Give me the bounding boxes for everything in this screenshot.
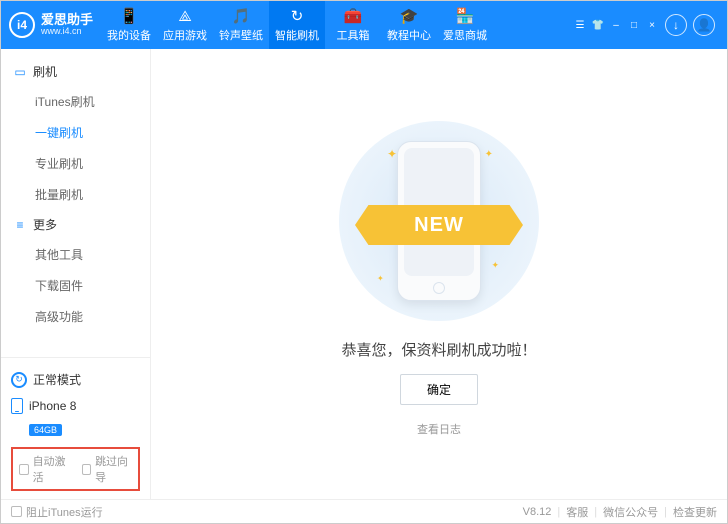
window-close-icon[interactable]: × bbox=[645, 20, 659, 31]
view-log-link[interactable]: 查看日志 bbox=[417, 421, 461, 437]
checkbox-icon bbox=[82, 464, 92, 475]
auto-activate-checkbox[interactable]: 自动激活 bbox=[19, 453, 70, 485]
storage-badge: 64GB bbox=[29, 424, 62, 436]
tab-mall[interactable]: 🏪 爱思商城 bbox=[437, 1, 493, 49]
version-label: V8.12 bbox=[523, 506, 552, 518]
new-ribbon: NEW bbox=[355, 205, 523, 245]
sidebar-item[interactable]: 下载固件 bbox=[1, 270, 150, 301]
devices-icon: 📱 bbox=[120, 7, 138, 25]
support-link[interactable]: 客服 bbox=[566, 504, 588, 520]
sidebar-section-header: ▭ 刷机 bbox=[1, 57, 150, 86]
section-icon: ▭ bbox=[13, 65, 27, 79]
tab-label: 智能刷机 bbox=[275, 27, 319, 43]
auto-activate-label: 自动激活 bbox=[33, 453, 70, 485]
star-icon: ✦ bbox=[387, 147, 397, 161]
window-maximize-icon[interactable]: □ bbox=[627, 20, 641, 31]
sidebar-section-header: ≡ 更多 bbox=[1, 210, 150, 239]
checkbox-icon bbox=[11, 506, 22, 517]
tab-label: 教程中心 bbox=[387, 27, 431, 43]
checkbox-group-highlight: 自动激活 跳过向导 bbox=[11, 447, 140, 491]
brand-logo-icon: i4 bbox=[9, 12, 35, 38]
tab-apps[interactable]: ⟁ 应用游戏 bbox=[157, 1, 213, 49]
skip-wizard-label: 跳过向导 bbox=[95, 453, 132, 485]
block-itunes-label: 阻止iTunes运行 bbox=[26, 504, 103, 520]
brand-title: 爱思助手 bbox=[41, 13, 93, 27]
skip-wizard-checkbox[interactable]: 跳过向导 bbox=[82, 453, 133, 485]
star-icon: ✦ bbox=[377, 274, 384, 283]
window-controls: ☰ 👕 – □ × bbox=[573, 20, 659, 31]
flash-icon: ↻ bbox=[288, 7, 306, 25]
user-button[interactable]: 👤 bbox=[693, 14, 715, 36]
sidebar-item[interactable]: 批量刷机 bbox=[1, 179, 150, 210]
star-icon: ✦ bbox=[491, 260, 499, 271]
ribbon-text: NEW bbox=[355, 205, 523, 245]
device-name: iPhone 8 bbox=[29, 399, 76, 413]
ringtone-icon: 🎵 bbox=[232, 7, 250, 25]
tutorial-icon: 🎓 bbox=[400, 7, 418, 25]
tab-devices[interactable]: 📱 我的设备 bbox=[101, 1, 157, 49]
success-illustration: ✦ ✦ ✦ ✦ NEW bbox=[339, 121, 539, 321]
tab-ringtone[interactable]: 🎵 铃声壁纸 bbox=[213, 1, 269, 49]
sidebar-item[interactable]: iTunes刷机 bbox=[1, 86, 150, 117]
mall-icon: 🏪 bbox=[456, 7, 474, 25]
section-title: 更多 bbox=[33, 216, 57, 233]
tab-label: 我的设备 bbox=[107, 27, 151, 43]
tab-label: 铃声壁纸 bbox=[219, 27, 263, 43]
titlebar: i4 爱思助手 www.i4.cn 📱 我的设备 ⟁ 应用游戏 🎵 铃声壁纸 ↻ 智能刷机 🧰 工… bbox=[1, 1, 727, 49]
tab-label: 工具箱 bbox=[337, 27, 370, 43]
tab-tutorial[interactable]: 🎓 教程中心 bbox=[381, 1, 437, 49]
window-menu-icon[interactable]: ☰ bbox=[573, 20, 587, 31]
apps-icon: ⟁ bbox=[176, 7, 194, 25]
refresh-icon: ↻ bbox=[11, 372, 27, 388]
app-window: i4 爱思助手 www.i4.cn 📱 我的设备 ⟁ 应用游戏 🎵 铃声壁纸 ↻ 智能刷机 🧰 工… bbox=[0, 0, 728, 524]
brand-url: www.i4.cn bbox=[41, 27, 93, 37]
tab-flash[interactable]: ↻ 智能刷机 bbox=[269, 1, 325, 49]
wechat-link[interactable]: 微信公众号 bbox=[603, 504, 658, 520]
ok-button[interactable]: 确定 bbox=[400, 374, 478, 405]
block-itunes-checkbox[interactable]: 阻止iTunes运行 bbox=[11, 504, 103, 520]
success-message: 恭喜您，保资料刷机成功啦！ bbox=[341, 339, 536, 360]
window-tshirt-icon[interactable]: 👕 bbox=[591, 20, 605, 31]
tab-label: 爱思商城 bbox=[443, 27, 487, 43]
sidebar-item[interactable]: 专业刷机 bbox=[1, 148, 150, 179]
header-tabs: 📱 我的设备 ⟁ 应用游戏 🎵 铃声壁纸 ↻ 智能刷机 🧰 工具箱 🎓 教程中心 🏪 爱思商城 bbox=[101, 1, 493, 49]
sidebar-item[interactable]: 其他工具 bbox=[1, 239, 150, 270]
device-mode-label: 正常模式 bbox=[33, 371, 81, 388]
device-row[interactable]: iPhone 8 bbox=[11, 393, 140, 419]
star-icon: ✦ bbox=[485, 149, 493, 160]
toolbox-icon: 🧰 bbox=[344, 7, 362, 25]
phone-icon bbox=[11, 398, 23, 414]
section-icon: ≡ bbox=[13, 218, 27, 232]
tab-toolbox[interactable]: 🧰 工具箱 bbox=[325, 1, 381, 49]
status-bar: 阻止iTunes运行 V8.12 | 客服 | 微信公众号 | 检查更新 bbox=[1, 499, 727, 523]
main-panel: ✦ ✦ ✦ ✦ NEW 恭喜您，保资料刷机成功啦！ 确定 查看日志 bbox=[151, 49, 727, 499]
sidebar-item[interactable]: 一键刷机 bbox=[1, 117, 150, 148]
sidebar: ▭ 刷机 iTunes刷机一键刷机专业刷机批量刷机 ≡ 更多其他工具下载固件高级功能 ↻… bbox=[1, 49, 151, 499]
download-button[interactable]: ↓ bbox=[665, 14, 687, 36]
check-update-link[interactable]: 检查更新 bbox=[673, 504, 717, 520]
checkbox-icon bbox=[19, 464, 29, 475]
section-title: 刷机 bbox=[33, 63, 57, 80]
tab-label: 应用游戏 bbox=[163, 27, 207, 43]
window-minimize-icon[interactable]: – bbox=[609, 20, 623, 31]
device-mode-row[interactable]: ↻ 正常模式 bbox=[11, 366, 140, 393]
brand: i4 爱思助手 www.i4.cn bbox=[9, 12, 93, 38]
sidebar-item[interactable]: 高级功能 bbox=[1, 301, 150, 332]
